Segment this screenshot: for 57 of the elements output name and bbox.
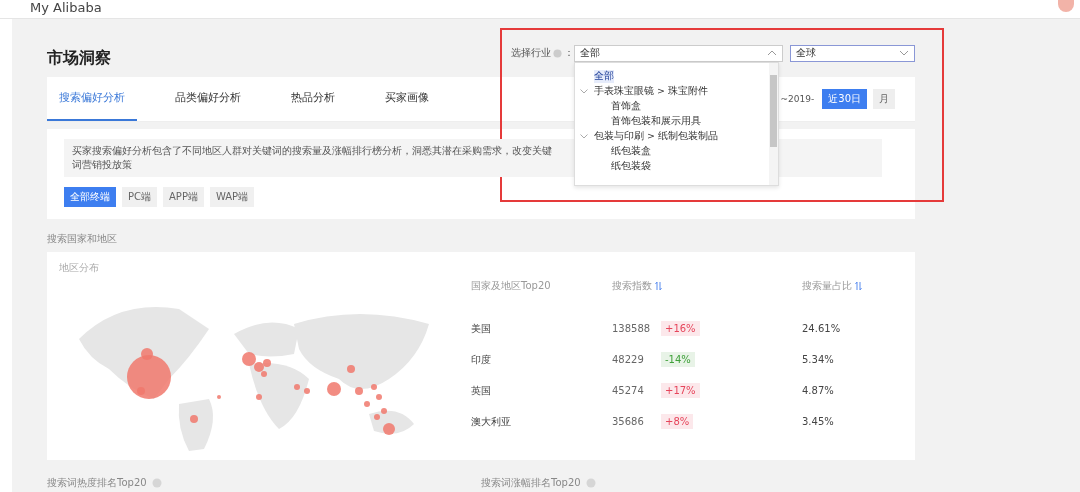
dropdown-option[interactable]: 纸包装袋 — [575, 158, 769, 174]
info-icon — [585, 478, 596, 488]
page-title: 市场洞察 — [47, 46, 111, 69]
dropdown-option[interactable]: 首饰包装和展示用具 — [575, 113, 769, 129]
table-cell: 5.34% — [802, 354, 834, 365]
chevron-icon — [580, 88, 588, 94]
change-badge: -14% — [661, 352, 695, 367]
table-cell: 澳大利亚 — [471, 414, 511, 429]
terminal-filter[interactable]: APP端 — [163, 187, 204, 207]
section-title: 搜索词热度排名Top20 — [47, 476, 147, 490]
dropdown-option[interactable]: 纸包装盒 — [575, 143, 769, 159]
dropdown-option[interactable]: 手表珠宝眼镜 > 珠宝附件 — [575, 83, 769, 99]
site-title: My Alibaba — [30, 1, 102, 14]
table-cell: 美国 — [471, 321, 491, 336]
dropdown-option[interactable]: 首饰盒 — [575, 98, 769, 114]
info-icon — [151, 478, 162, 488]
avatar[interactable] — [1058, 0, 1074, 12]
table-cell: 24.61% — [802, 323, 841, 334]
table-cell-text: 138588 — [612, 323, 652, 334]
column-header: 搜索量占比 — [802, 279, 852, 293]
column-header: 国家及地区Top20 — [471, 279, 551, 293]
caret-icon — [899, 50, 909, 56]
dropdown-option[interactable]: 全部 — [575, 68, 769, 84]
column-header: 搜索指数 — [612, 279, 652, 293]
terminal-filter[interactable]: 全部终端 — [64, 187, 116, 207]
change-badge: +16% — [661, 321, 700, 336]
table-cell-text: 48229 — [612, 354, 645, 365]
period-button[interactable]: 近30日 — [822, 89, 867, 109]
filter-label: 选择行业 — [511, 46, 551, 60]
sort-icon[interactable] — [855, 281, 862, 291]
industry-select[interactable]: 全部 — [574, 44, 783, 62]
region-select[interactable]: 全球 — [790, 44, 915, 62]
tab[interactable]: 热品分析 — [279, 77, 347, 121]
terminal-filter[interactable]: WAP端 — [209, 187, 255, 207]
period-button[interactable]: 月 — [873, 89, 895, 109]
info-icon — [553, 48, 562, 58]
section-title: 搜索国家和地区 — [47, 232, 118, 246]
table-cell: 印度 — [471, 352, 491, 367]
table-cell: 3.45% — [802, 416, 834, 427]
filter-separator: ： — [564, 46, 574, 60]
map-title: 地区分布 — [59, 262, 100, 275]
chevron-icon — [580, 133, 588, 139]
date-range: ~2019- — [780, 94, 815, 104]
change-badge: +8% — [661, 414, 694, 429]
tab[interactable]: 品类偏好分析 — [163, 77, 253, 121]
table-cell-text: 35686 — [612, 416, 645, 427]
table-cell-text: 45274 — [612, 385, 645, 396]
scrollbar[interactable] — [769, 62, 778, 185]
table-cell: 英国 — [471, 383, 491, 398]
tab[interactable]: 搜索偏好分析 — [47, 77, 137, 121]
table-cell: 4.87% — [802, 385, 834, 396]
terminal-filter[interactable]: PC端 — [122, 187, 157, 207]
caret-icon — [767, 50, 777, 56]
section-title: 搜索词涨幅排名Top20 — [481, 476, 581, 490]
change-badge: +17% — [661, 383, 700, 398]
tab[interactable]: 买家画像 — [373, 77, 441, 121]
sort-icon[interactable] — [655, 281, 662, 291]
